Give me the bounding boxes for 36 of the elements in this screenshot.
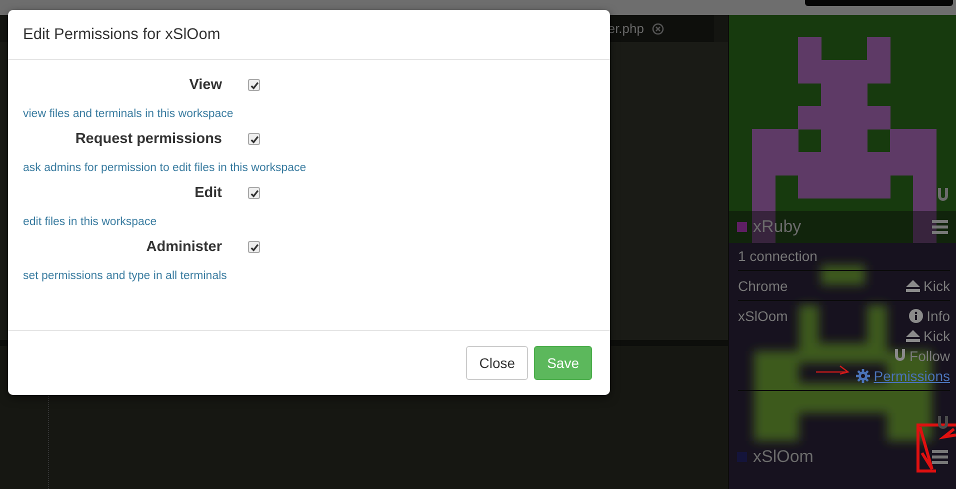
arrow-annotation xyxy=(816,365,850,377)
kick-link[interactable]: Kick xyxy=(906,328,950,344)
client-name: xSlOom xyxy=(738,308,788,326)
close-icon[interactable] xyxy=(652,22,664,34)
dialog-title: Edit Permissions for xSlOom xyxy=(23,26,220,44)
user-name: xSlOom xyxy=(753,447,814,467)
permission-description: set permissions and type in all terminals xyxy=(23,270,228,282)
permission-label: Administer xyxy=(145,239,222,255)
permission-label: Edit xyxy=(194,185,222,201)
checkbox[interactable] xyxy=(248,79,260,91)
checkbox[interactable] xyxy=(248,187,260,199)
info-link[interactable]: Info xyxy=(908,308,950,324)
permission-label: Request permissions xyxy=(74,131,222,147)
permission-description: ask admins for permission to edit files in this workspace xyxy=(23,162,308,174)
permission-description: edit files in this workspace xyxy=(23,216,158,228)
follow-link[interactable]: Follow xyxy=(894,348,950,364)
gear-icon xyxy=(856,369,870,383)
magnet-icon[interactable] xyxy=(936,415,950,431)
scribble-annotation xyxy=(916,423,956,473)
menu-icon[interactable] xyxy=(932,450,948,464)
close-button[interactable]: Close xyxy=(466,346,528,380)
eject-icon xyxy=(906,280,920,292)
checkbox[interactable] xyxy=(248,133,260,145)
magnet-icon xyxy=(894,349,906,363)
save-button[interactable]: Save xyxy=(534,346,592,380)
checkbox[interactable] xyxy=(248,241,260,253)
info-icon xyxy=(908,309,923,323)
magnet-icon[interactable] xyxy=(936,187,950,203)
permission-label: View xyxy=(188,77,222,93)
menu-icon[interactable] xyxy=(932,220,948,234)
eject-icon xyxy=(906,330,920,342)
kick-link[interactable]: Kick xyxy=(906,278,950,294)
connection-count: 1 connection xyxy=(738,248,950,271)
client-name: Chrome xyxy=(738,278,788,294)
user-name: xRuby xyxy=(753,217,802,237)
permission-description: view files and terminals in this workspace xyxy=(23,108,234,120)
